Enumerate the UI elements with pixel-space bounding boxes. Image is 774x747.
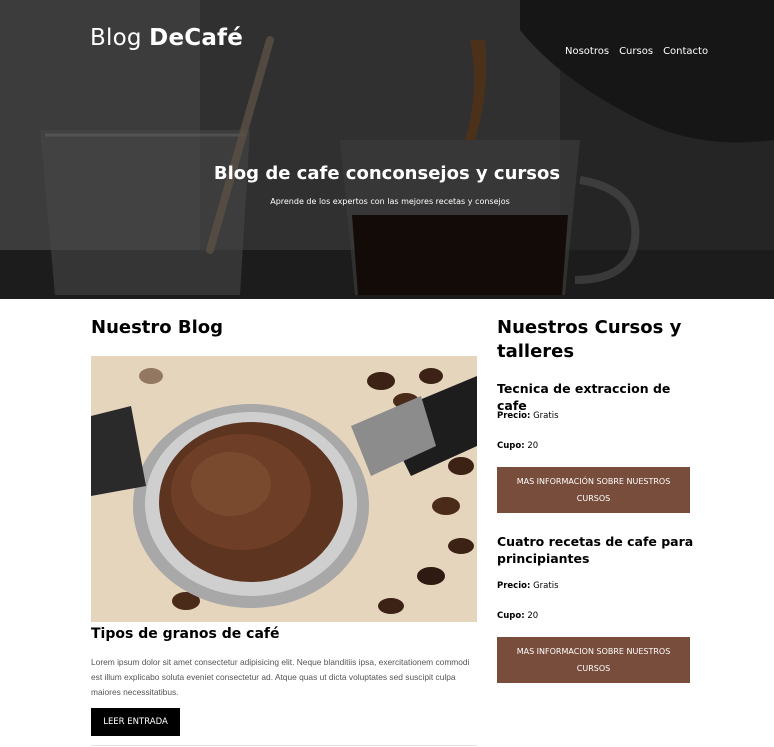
cupo-value: 20: [527, 441, 539, 451]
post-excerpt: Lorem ipsum dolor sit amet consectetur a…: [91, 657, 470, 697]
cupo-value: 20: [527, 611, 539, 621]
course-cupo: Cupo: 20: [497, 611, 538, 621]
price-value: Gratis: [533, 581, 559, 591]
cupo-label: Cupo:: [497, 611, 525, 621]
course-info-button[interactable]: MAS INFORMACION SOBRE NUESTROS CURSOS: [497, 637, 690, 683]
course-title: Tecnica de extraccion de cafe: [497, 381, 671, 413]
price-label: Precio:: [497, 581, 531, 591]
read-entry-button[interactable]: LEER ENTRADA: [91, 708, 180, 736]
course-title: Cuatro recetas de cafe para principiante…: [497, 534, 694, 566]
price-label: Precio:: [497, 411, 531, 421]
courses-heading: Nuestros Cursos y talleres: [497, 317, 682, 362]
post-image: [91, 356, 477, 622]
hero-banner: Blog DeCafé Nosotros Cursos Contacto Blo…: [0, 0, 774, 299]
course-info-button[interactable]: MAS INFORMACIÓN SOBRE NUESTROS CURSOS: [497, 467, 690, 513]
blog-heading: Nuestro Blog: [91, 317, 224, 338]
logo-bold: DeCafé: [149, 25, 244, 51]
course-price: Precio: Gratis: [497, 411, 559, 421]
logo-prefix: Blog: [90, 25, 142, 51]
site-logo[interactable]: Blog DeCafé: [90, 25, 243, 51]
nav-link-nosotros[interactable]: Nosotros: [565, 46, 609, 57]
course-price: Precio: Gratis: [497, 581, 559, 591]
nav-link-cursos[interactable]: Cursos: [619, 46, 653, 57]
post-divider: [91, 745, 477, 746]
nav-link-contacto[interactable]: Contacto: [663, 46, 708, 57]
hero-title: Blog de cafe conconsejos y cursos: [213, 163, 561, 184]
course-cupo: Cupo: 20: [497, 441, 538, 451]
post-title[interactable]: Tipos de granos de café: [91, 626, 279, 642]
cupo-label: Cupo:: [497, 441, 525, 451]
hero-subtitle: Aprende de los expertos con las mejores …: [270, 197, 510, 206]
coffee-portafilter-image: [91, 356, 477, 622]
price-value: Gratis: [533, 411, 559, 421]
main-nav: Nosotros Cursos Contacto: [565, 46, 708, 57]
